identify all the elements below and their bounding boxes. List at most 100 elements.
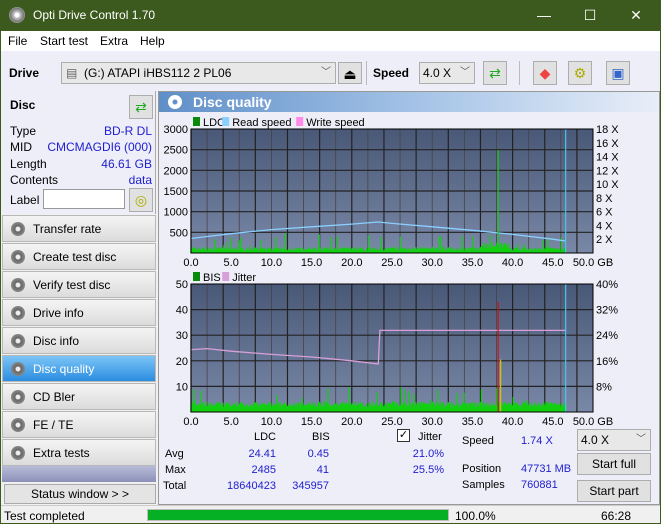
jitter-checkbox[interactable]: ✓ [397, 429, 410, 442]
samples-value: 760881 [521, 479, 558, 491]
save-button[interactable]: ▣ [606, 61, 630, 85]
y2-tick-label: 12 X [596, 165, 619, 177]
disc-refresh-button[interactable]: ⇄ [129, 95, 153, 119]
speed-label: Speed [373, 66, 410, 80]
contents-label: Contents [10, 173, 59, 187]
position-value: 47731 MB [521, 463, 572, 475]
nav-item-drive-info[interactable]: Drive info [2, 299, 156, 326]
maximize-button[interactable]: ☐ [567, 0, 613, 31]
drive-label: Drive [9, 66, 40, 80]
legend-label: BIS [203, 272, 221, 284]
x-tick-label: 5.0 [224, 257, 239, 269]
close-button[interactable]: ✕ [613, 0, 659, 31]
start-part-button[interactable]: Start part [577, 480, 651, 502]
settings-button[interactable]: ⚙ [568, 61, 592, 85]
type-label: Type [10, 124, 37, 138]
menu-extra[interactable]: Extra [100, 34, 128, 48]
max-bis: 41 [316, 464, 329, 476]
nav-item-transfer-rate[interactable]: Transfer rate [2, 215, 156, 242]
legend-label: LDC [203, 117, 225, 129]
label-label: Label [10, 193, 40, 207]
start-full-button[interactable]: Start full [577, 453, 651, 475]
disc-icon [11, 390, 25, 404]
nav-item-label: Transfer rate [33, 222, 102, 236]
nav-item-disc-quality[interactable]: Disc quality [2, 355, 156, 382]
x-tick-label: 45.0 [542, 257, 563, 269]
nav-item-disc-info[interactable]: Disc info [2, 327, 156, 354]
title-bar: Opti Drive Control 1.70 — ☐ ✕ [1, 0, 660, 31]
x-tick-label: 40.0 [502, 257, 523, 269]
x-tick-label: 25.0 [381, 257, 402, 269]
speed-select[interactable]: 4.0 X ﹀ [419, 62, 475, 84]
disc-title: Disc [10, 98, 36, 112]
nav-item-verify-test-disc[interactable]: Verify test disc [2, 271, 156, 298]
menu-start-test[interactable]: Start test [40, 34, 88, 48]
contents-value: data [128, 173, 152, 187]
x-tick-label: 20.0 [341, 257, 362, 269]
nav-item-cd-bler[interactable]: CD Bler [2, 383, 156, 410]
nav-item-label: Verify test disc [33, 278, 111, 292]
nav-item-label: Create test disc [33, 250, 117, 264]
legend-label: Write speed [306, 117, 365, 129]
max-ldc: 2485 [251, 464, 276, 476]
x-tick-label: 15.0 [301, 416, 322, 428]
progress-fill [148, 510, 448, 520]
col-bis: BIS [312, 431, 330, 443]
y2-tick-label: 2 X [596, 234, 613, 246]
y-tick-label: 1000 [164, 207, 188, 219]
avg-ldc: 24.41 [248, 448, 276, 460]
minimize-button[interactable]: — [521, 0, 567, 31]
x-tick-label: 40.0 [502, 416, 523, 428]
disc-icon [11, 278, 25, 292]
legend-label: Jitter [232, 272, 256, 284]
nav-item-label: Drive info [33, 306, 84, 320]
drive-select[interactable]: ▤ (G:) ATAPI iHBS112 2 PL06 ﹀ [61, 62, 336, 84]
y2-tick-label: 16% [596, 356, 618, 368]
erase-button[interactable]: ◆ [533, 61, 557, 85]
y-tick-label: 10 [176, 381, 188, 393]
nav-item-create-test-disc[interactable]: Create test disc [2, 243, 156, 270]
label-disc-button[interactable]: ◎ [129, 188, 153, 212]
nav-spacer [2, 466, 156, 482]
disc-icon [11, 306, 25, 320]
charts-area: LDC Read speed Write speed 3000 2500 2000 1500… [164, 117, 619, 428]
menu-help[interactable]: Help [140, 34, 165, 48]
nav-item-label: Extra tests [33, 446, 90, 460]
drive-icon: ▤ [66, 66, 78, 80]
nav-item-label: Disc quality [33, 362, 95, 376]
x-tick-label: 50.0 GB [573, 416, 613, 428]
total-label: Total [163, 480, 187, 492]
divider [366, 61, 367, 85]
nav-item-fe-te[interactable]: FE / TE [2, 411, 156, 438]
y2-tick-label: 18 X [596, 124, 619, 136]
disc-icon [11, 250, 25, 264]
status-bar: Test completed 100.0% 66:28 [1, 505, 660, 523]
disc-quality-icon [168, 95, 182, 109]
test-speed-select[interactable]: 4.0 X ﹀ [577, 429, 651, 451]
jitter-label: Jitter [418, 431, 442, 443]
nav-item-extra-tests[interactable]: Extra tests [2, 439, 156, 466]
max-label: Max [165, 464, 186, 476]
x-tick-label: 15.0 [301, 257, 322, 269]
nav-item-label: Disc info [33, 334, 80, 348]
plot-gradient [191, 284, 593, 412]
y2-tick-label: 4 X [596, 220, 613, 232]
x-tick-label: 25.0 [381, 416, 402, 428]
refresh-button[interactable]: ⇄ [483, 61, 507, 85]
window-title: Opti Drive Control 1.70 [33, 8, 156, 22]
col-ldc: LDC [254, 431, 277, 443]
max-jitter: 25.5% [412, 464, 444, 476]
sidebar: Disc ⇄ Type BD-R DL MID CMCMAGDI6 (000) Le… [2, 91, 156, 505]
menu-file[interactable]: File [8, 34, 27, 48]
status-window-button[interactable]: Status window > > [4, 484, 156, 504]
y-tick-label: 3000 [164, 124, 188, 136]
total-bis: 345957 [292, 480, 329, 492]
label-input[interactable] [43, 189, 125, 209]
speed-value: 1.74 X [521, 435, 553, 447]
toolbar: Drive ▤ (G:) ATAPI iHBS112 2 PL06 ﹀ ⏏ Sp… [1, 51, 660, 91]
legend-swatch [222, 272, 230, 281]
status-text: Test completed [4, 509, 85, 523]
x-tick-label: 50.0 GB [573, 257, 613, 269]
eject-button[interactable]: ⏏ [338, 62, 362, 84]
y-tick-label: 2000 [164, 165, 188, 177]
